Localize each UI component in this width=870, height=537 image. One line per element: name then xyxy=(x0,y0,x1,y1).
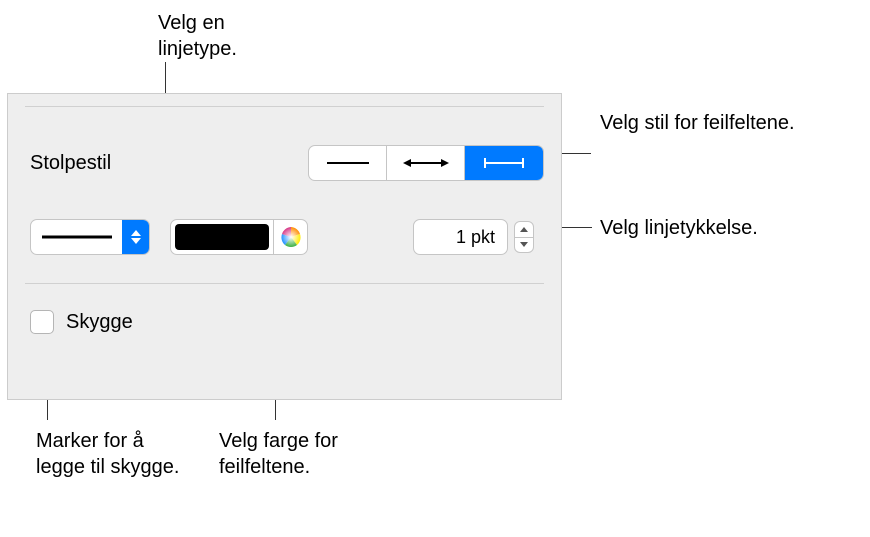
leader-line xyxy=(558,153,591,154)
color-picker-button[interactable] xyxy=(273,220,307,254)
color-swatch[interactable] xyxy=(175,224,269,250)
row-line-controls: 1 pkt xyxy=(8,199,561,283)
line-thickness-stepper[interactable] xyxy=(514,221,534,253)
callout-linetype: Velg en linjetype. xyxy=(158,10,308,62)
errorbar-style-segmented[interactable] xyxy=(308,145,544,181)
chevron-down-icon xyxy=(520,242,528,247)
errorbar-color-well[interactable] xyxy=(170,219,308,255)
shadow-checkbox[interactable] xyxy=(30,310,54,334)
callout-errorbar-color: Velg farge for feilfeltene. xyxy=(219,428,399,480)
shadow-label: Skygge xyxy=(66,311,133,334)
segment-arrow-caps[interactable] xyxy=(387,146,465,180)
dropdown-arrows-icon xyxy=(122,220,149,254)
linetype-dropdown[interactable] xyxy=(30,219,150,255)
arrow-caps-icon xyxy=(401,157,451,169)
solid-line-icon xyxy=(42,234,112,240)
segment-line-only[interactable] xyxy=(309,146,387,180)
linetype-preview xyxy=(31,234,122,240)
divider xyxy=(25,106,544,107)
callout-shadow: Marker for å legge til skygge. xyxy=(36,428,186,480)
chevron-up-icon xyxy=(520,227,528,232)
row-bar-style: Stolpestil xyxy=(8,129,561,199)
flat-caps-icon xyxy=(479,156,529,170)
line-thickness-group: 1 pkt xyxy=(413,219,534,255)
inspector-panel: Stolpestil xyxy=(7,93,562,400)
callout-errorbar-style: Velg stil for feilfeltene. xyxy=(600,110,800,136)
row-shadow: Skygge xyxy=(8,284,561,354)
line-thickness-field[interactable]: 1 pkt xyxy=(413,219,508,255)
stepper-down-button[interactable] xyxy=(515,238,533,253)
line-style-icon xyxy=(323,158,373,168)
callout-line-thickness: Velg linjetykkelse. xyxy=(600,215,820,241)
section-label: Stolpestil xyxy=(30,152,111,175)
segment-flat-caps[interactable] xyxy=(465,146,543,180)
color-wheel-icon xyxy=(280,226,302,248)
stepper-up-button[interactable] xyxy=(515,222,533,238)
